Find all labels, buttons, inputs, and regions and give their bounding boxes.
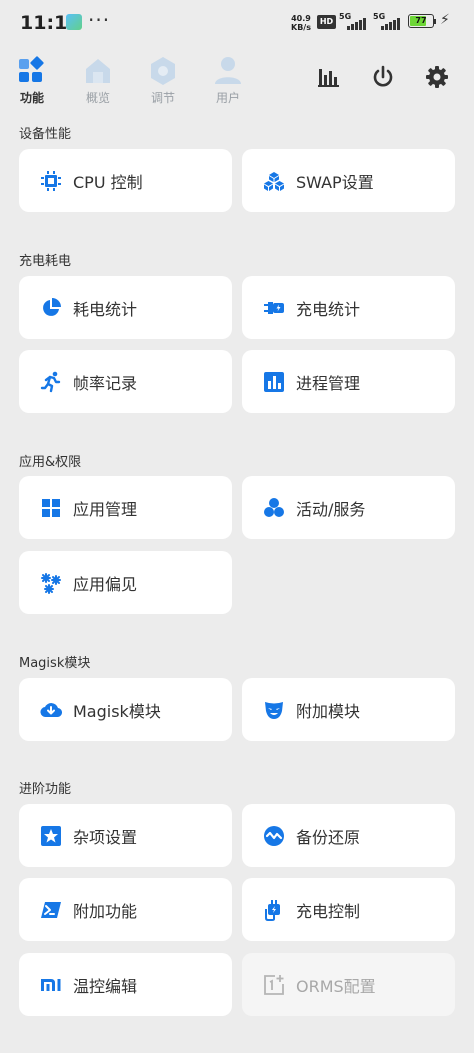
home-icon bbox=[73, 54, 123, 88]
cpu-control-button[interactable]: CPU 控制 bbox=[19, 149, 232, 212]
bar-chart-box-icon bbox=[263, 371, 285, 393]
card-label: Magisk模块 bbox=[73, 701, 161, 721]
bubbles-icon bbox=[263, 497, 285, 519]
tab-label: 用户 bbox=[215, 91, 240, 105]
pie-chart-icon bbox=[40, 297, 62, 319]
card-label: 附加模块 bbox=[296, 701, 361, 721]
bar-chart-icon bbox=[318, 69, 339, 87]
addon-features-button[interactable]: 附加功能 bbox=[19, 878, 232, 941]
tab-label: 功能 bbox=[19, 91, 44, 105]
card-label: ORMS配置 bbox=[296, 976, 376, 996]
thermal-editor-button[interactable]: 温控编辑 bbox=[19, 953, 232, 1016]
more-notifications-icon: ··· bbox=[88, 8, 111, 32]
cubes-icon bbox=[263, 170, 285, 192]
oneplus-logo-icon bbox=[263, 974, 285, 996]
section-title-advanced: 进阶功能 bbox=[19, 782, 72, 797]
card-label: 应用管理 bbox=[73, 499, 138, 519]
hd-volte-badge: HD bbox=[317, 15, 336, 29]
frame-rate-log-button[interactable]: 帧率记录 bbox=[19, 350, 232, 413]
card-label: 帧率记录 bbox=[73, 373, 138, 393]
tab-label: 调节 bbox=[150, 91, 175, 105]
swap-settings-button[interactable]: SWAP设置 bbox=[242, 149, 455, 212]
section-title-charging-power: 充电耗电 bbox=[19, 254, 72, 269]
app-notification-icon bbox=[66, 14, 82, 30]
mask-icon bbox=[263, 699, 285, 721]
tab-overview[interactable]: 概览 bbox=[73, 54, 123, 106]
section-title-apps-permissions: 应用&权限 bbox=[19, 455, 82, 470]
card-label: 附加功能 bbox=[73, 901, 138, 921]
power-usage-stats-button[interactable]: 耗电统计 bbox=[19, 276, 232, 339]
snowflakes-icon bbox=[40, 572, 62, 594]
network-speed-unit: KB/s bbox=[291, 23, 311, 32]
cloud-download-icon bbox=[40, 699, 62, 721]
network-speed-value: 40.9 bbox=[291, 14, 311, 23]
gear-icon bbox=[426, 66, 448, 88]
star-box-icon bbox=[40, 825, 62, 847]
running-icon bbox=[40, 371, 62, 393]
card-label: 充电统计 bbox=[296, 299, 361, 319]
process-manager-button[interactable]: 进程管理 bbox=[242, 350, 455, 413]
card-label: 杂项设置 bbox=[73, 827, 138, 847]
misc-settings-button[interactable]: 杂项设置 bbox=[19, 804, 232, 867]
card-label: CPU 控制 bbox=[73, 172, 143, 192]
user-icon bbox=[203, 54, 253, 88]
activities-services-button[interactable]: 活动/服务 bbox=[242, 476, 455, 539]
charging-bolt-icon: ⚡ bbox=[440, 12, 450, 28]
card-label: 备份还原 bbox=[296, 827, 361, 847]
card-label: 应用偏见 bbox=[73, 574, 138, 594]
status-bar: 11:16 ··· 40.9 KB/s HD 5G 5G 77 ⚡ bbox=[0, 0, 474, 44]
charge-stats-button[interactable]: 充电统计 bbox=[242, 276, 455, 339]
charging-cable-icon bbox=[263, 899, 285, 921]
power-button[interactable] bbox=[370, 64, 396, 90]
card-label: 活动/服务 bbox=[296, 499, 366, 519]
app-preference-button[interactable]: 应用偏见 bbox=[19, 551, 232, 614]
addon-module-button[interactable]: 附加模块 bbox=[242, 678, 455, 741]
card-label: 耗电统计 bbox=[73, 299, 138, 319]
charger-plug-icon bbox=[263, 297, 285, 319]
card-label: SWAP设置 bbox=[296, 172, 374, 192]
tab-functions[interactable]: 功能 bbox=[7, 54, 57, 106]
signal-icon-sim1: 5G bbox=[339, 12, 369, 31]
app-manager-button[interactable]: 应用管理 bbox=[19, 476, 232, 539]
tab-adjust[interactable]: 调节 bbox=[138, 54, 188, 106]
cpu-icon bbox=[40, 170, 62, 192]
section-title-magisk: Magisk模块 bbox=[19, 656, 91, 671]
grid-icon bbox=[7, 54, 57, 88]
power-icon bbox=[373, 65, 393, 87]
terminal-icon bbox=[40, 899, 62, 921]
battery-level: 77 bbox=[415, 16, 427, 25]
signal-icon-sim2: 5G bbox=[373, 12, 403, 31]
settings-button[interactable] bbox=[424, 64, 450, 90]
orms-config-button[interactable]: ORMS配置 bbox=[242, 953, 455, 1016]
backup-restore-button[interactable]: 备份还原 bbox=[242, 804, 455, 867]
magisk-module-button[interactable]: Magisk模块 bbox=[19, 678, 232, 741]
battery-icon: 77 bbox=[408, 14, 434, 28]
charge-control-button[interactable]: 充电控制 bbox=[242, 878, 455, 941]
card-label: 温控编辑 bbox=[73, 976, 138, 996]
section-title-device-performance: 设备性能 bbox=[19, 127, 72, 142]
statistics-button[interactable] bbox=[316, 64, 342, 90]
wave-circle-icon bbox=[263, 825, 285, 847]
card-label: 充电控制 bbox=[296, 901, 361, 921]
app-grid-icon bbox=[40, 497, 62, 519]
network-speed: 40.9 KB/s bbox=[291, 14, 311, 32]
tab-label: 概览 bbox=[85, 91, 110, 105]
tab-user[interactable]: 用户 bbox=[203, 54, 253, 106]
card-label: 进程管理 bbox=[296, 373, 361, 393]
mi-logo-icon bbox=[40, 974, 62, 996]
hexagon-icon bbox=[138, 54, 188, 88]
